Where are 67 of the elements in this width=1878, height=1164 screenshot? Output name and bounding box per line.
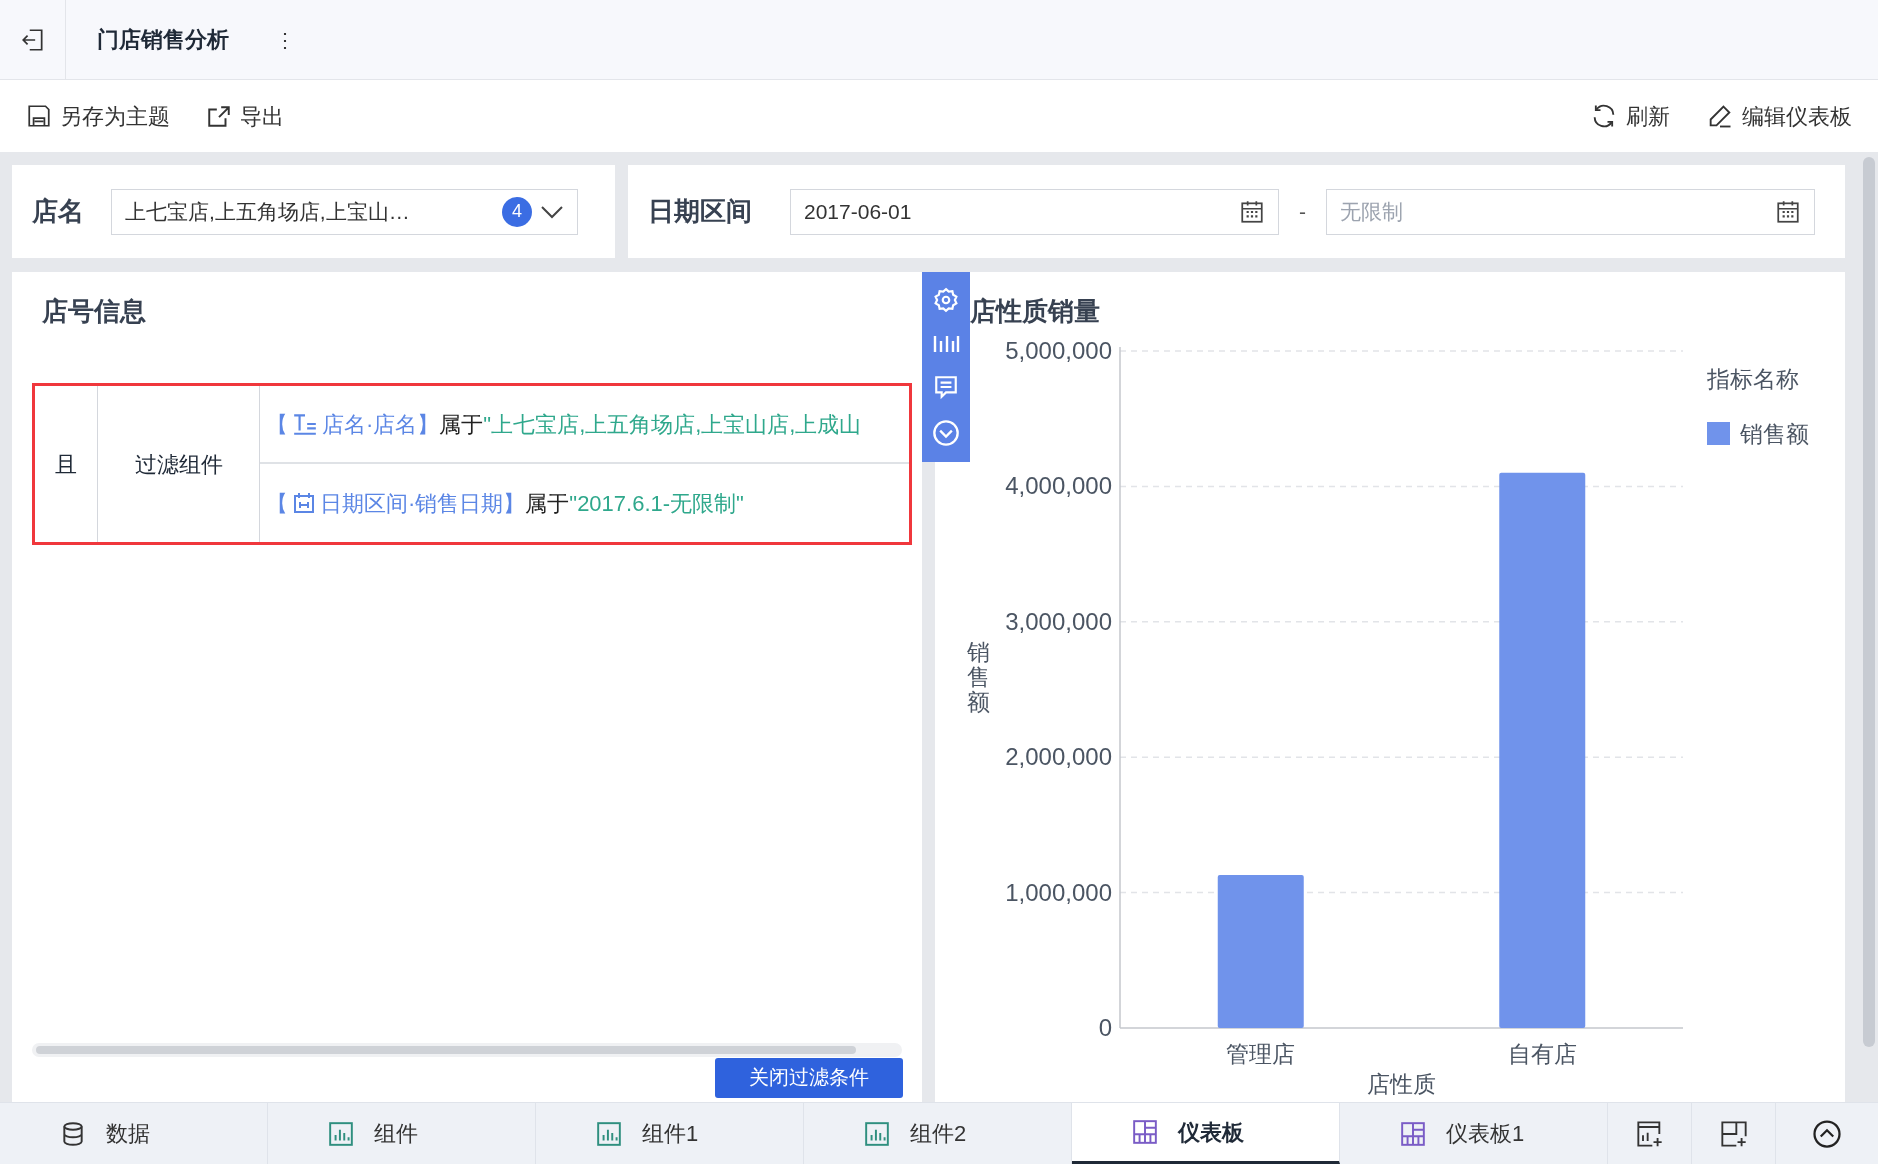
scrollbar-thumb[interactable] (36, 1046, 856, 1054)
sheet-tab[interactable]: 数据 (0, 1103, 268, 1164)
edit-dashboard-button[interactable]: 编辑仪表板 (1706, 99, 1852, 133)
bar-chart-icon (864, 1120, 890, 1147)
operator: 属于 (439, 410, 484, 439)
bracket: 【 (266, 410, 288, 439)
chevron-circle-icon[interactable] (932, 418, 960, 447)
chevron-up-circle-icon (1812, 1118, 1842, 1149)
share-icon (206, 103, 232, 129)
end-date-input[interactable]: 无限制 (1340, 195, 1775, 228)
group-label: 过滤组件 (134, 450, 223, 479)
operator: 属于 (525, 489, 570, 518)
panel-title: 店号信息 (42, 295, 146, 328)
scrollbar-thumb[interactable] (1863, 157, 1875, 1047)
sheet-tab[interactable]: 仪表板1 (1340, 1103, 1608, 1164)
start-date-field[interactable]: 2017-06-01 (790, 188, 1279, 235)
close-filter-button[interactable]: 关闭过滤条件 (715, 1058, 903, 1098)
category-label: 管理店 (1226, 1041, 1296, 1067)
store-select[interactable]: 上七宝店,上五角场店,上宝山… 4 (111, 188, 578, 235)
legend-label: 销售额 (1740, 421, 1809, 447)
chevron-down-icon (540, 204, 564, 219)
bar-chart-icon (328, 1120, 354, 1147)
calendar-icon (292, 491, 316, 515)
comment-icon[interactable] (933, 374, 959, 401)
axis-tick-label: 4,000,000 (1005, 472, 1112, 500)
database-icon (60, 1120, 86, 1147)
axis-title: 销售额 (966, 639, 990, 715)
axis-tick-label: 5,000,000 (1005, 340, 1112, 364)
filter-label: 店名 (32, 195, 84, 228)
condition-value: "2017.6.1-无限制" (569, 489, 744, 518)
sheet-tab[interactable]: 组件1 (536, 1103, 804, 1164)
axis-tick-label: 3,000,000 (1005, 607, 1112, 635)
filter-label: 日期区间 (648, 195, 752, 228)
bracket: 】 (417, 410, 440, 439)
text-field-icon (292, 411, 318, 437)
legend-title: 指标名称 (1707, 366, 1799, 392)
bracket: 】 (503, 489, 526, 518)
relation-label: 且 (55, 450, 77, 479)
panel-title: 店性质销量 (970, 295, 1101, 328)
field-name: 日期区间·销售日期 (320, 489, 504, 518)
end-date-field[interactable]: 无限制 (1326, 188, 1815, 235)
more-button[interactable]: ⋮ (275, 24, 295, 55)
axis-tick-label: 1,000,000 (1005, 878, 1112, 906)
condition-value: "上七宝店,上五角场店,上宝山店,上成山 (483, 410, 862, 439)
axis-tick-label: 0 (1098, 1014, 1112, 1041)
grid-layout-icon (1400, 1120, 1426, 1147)
count-badge: 4 (502, 196, 532, 227)
report-title: 门店销售分析 (97, 26, 229, 54)
settings-icon[interactable] (933, 287, 959, 314)
axis-tick-label: 2,000,000 (1005, 743, 1112, 771)
bracket: 【 (266, 489, 288, 518)
calendar-icon (1239, 198, 1265, 225)
export-button[interactable]: 导出 (206, 99, 284, 133)
axis-title: 店性质 (1367, 1071, 1436, 1097)
sheet-tab[interactable]: 组件 (268, 1103, 536, 1164)
save-as-theme-button[interactable]: 另存为主题 (26, 99, 170, 133)
field-name: 店名·店名 (322, 410, 418, 439)
chart-add-icon (1635, 1119, 1664, 1148)
layout-add-icon (1719, 1119, 1748, 1148)
date-separator: - (1299, 198, 1306, 225)
refresh-button[interactable]: 刷新 (1590, 99, 1670, 133)
category-label: 自有店 (1507, 1041, 1577, 1067)
calendar-icon (1775, 198, 1801, 225)
bar-chart-icon (596, 1120, 622, 1147)
sheet-tab[interactable]: 仪表板 (1072, 1103, 1340, 1164)
save-icon (26, 103, 52, 129)
grid-layout-icon (1132, 1119, 1158, 1145)
